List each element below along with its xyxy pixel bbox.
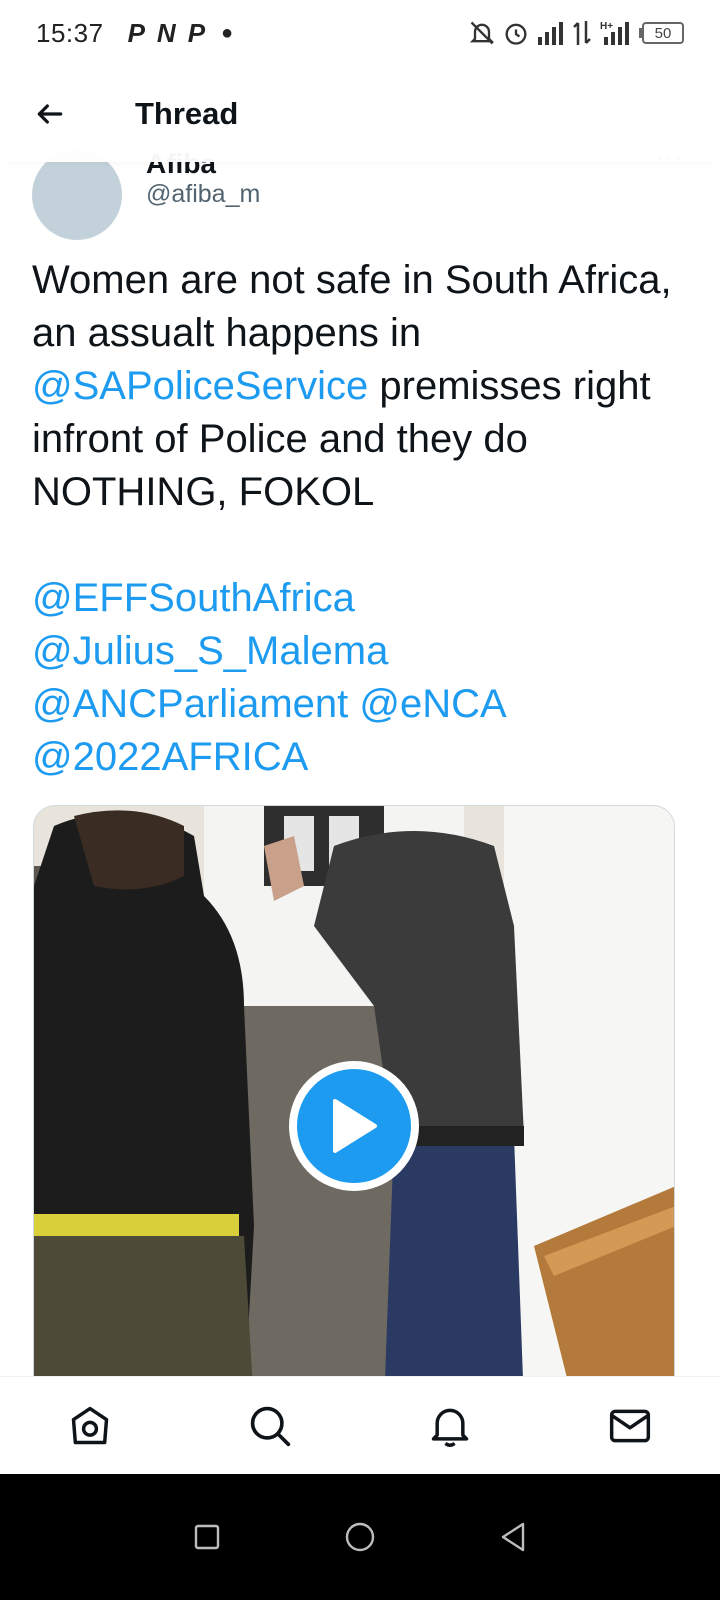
mention-sapoliceservice[interactable]: @SAPoliceService bbox=[32, 364, 368, 408]
nav-search[interactable] bbox=[230, 1386, 310, 1466]
system-navigation-bar bbox=[0, 1474, 720, 1600]
triangle-back-icon bbox=[502, 1522, 525, 1552]
battery-level: 50 bbox=[642, 22, 684, 44]
video-player[interactable] bbox=[33, 805, 675, 1405]
thread-header: Thread bbox=[0, 66, 720, 162]
notification-icons: P N P ● bbox=[128, 18, 234, 49]
square-icon bbox=[194, 1524, 219, 1550]
mention-ancparliament[interactable]: @ANCParliament bbox=[32, 682, 348, 726]
status-right: H+ 50 bbox=[468, 19, 684, 47]
notification-n-icon: N bbox=[156, 17, 176, 48]
nav-home[interactable] bbox=[50, 1386, 130, 1466]
mention-julius-s-malema[interactable]: @Julius_S_Malema bbox=[32, 629, 388, 673]
tweet-text: Women are not safe in South Africa, an a… bbox=[32, 254, 692, 784]
more-notifications-dot-icon: ● bbox=[221, 21, 234, 44]
mute-bell-icon bbox=[469, 21, 495, 45]
tweet-body: Women are not safe in South Africa, an a… bbox=[32, 258, 672, 514]
notification-p2-icon: P bbox=[187, 17, 206, 48]
play-icon bbox=[333, 1099, 377, 1153]
nav-messages[interactable] bbox=[590, 1386, 670, 1466]
back-button[interactable] bbox=[20, 84, 80, 144]
svg-text:H+: H+ bbox=[600, 21, 613, 32]
mention-2022africa[interactable]: @2022AFRICA bbox=[32, 735, 308, 779]
status-bar: 15:37 P N P ● H+ 50 bbox=[0, 0, 720, 66]
nav-notifications[interactable] bbox=[410, 1386, 490, 1466]
tweet-mentions: @EFFSouthAfrica @Julius_S_Malema @ANCPar… bbox=[32, 572, 692, 784]
signal-2-icon: H+ bbox=[600, 21, 629, 45]
notifications-icon bbox=[431, 1408, 469, 1447]
messages-icon bbox=[609, 1409, 651, 1442]
home-icon bbox=[71, 1406, 109, 1444]
circle-icon bbox=[345, 1522, 375, 1552]
signal-icon bbox=[538, 22, 563, 45]
battery-icon: 50 bbox=[638, 22, 684, 44]
search-icon bbox=[250, 1406, 291, 1446]
data-transfer-icon bbox=[573, 21, 591, 45]
mention-effsouthafrica[interactable]: @EFFSouthAfrica bbox=[32, 576, 355, 620]
play-button[interactable] bbox=[289, 1061, 419, 1191]
avatar[interactable] bbox=[32, 150, 122, 240]
page-title: Thread bbox=[135, 96, 239, 131]
back-system-button[interactable] bbox=[483, 1507, 543, 1567]
status-time: 15:37 bbox=[36, 17, 104, 48]
author-handle[interactable]: @afiba_m bbox=[146, 180, 260, 209]
arrow-left-icon bbox=[37, 104, 63, 124]
home-system-button[interactable] bbox=[330, 1507, 390, 1567]
recent-apps-button[interactable] bbox=[177, 1507, 237, 1567]
bottom-nav bbox=[0, 1376, 720, 1474]
mention-enca[interactable]: @eNCA bbox=[359, 682, 506, 726]
notification-p-icon: P bbox=[127, 17, 145, 48]
alarm-icon bbox=[505, 23, 527, 45]
